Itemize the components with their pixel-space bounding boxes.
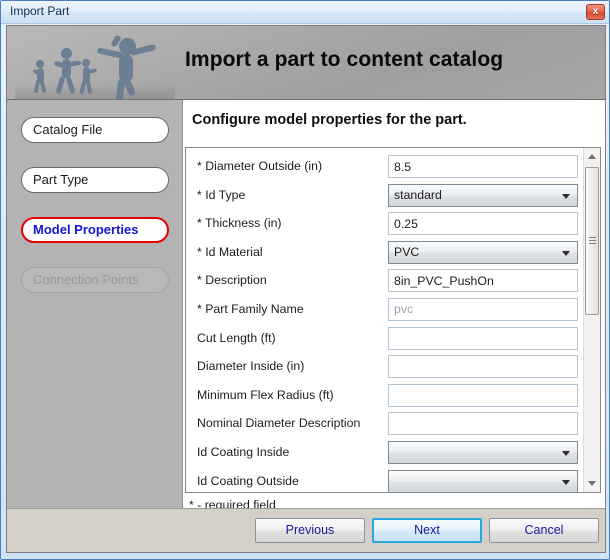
id-material-value: PVC [394, 244, 420, 259]
minimum-flex-radius-input[interactable] [388, 383, 578, 407]
part-family-name-input[interactable] [388, 297, 578, 321]
field-row: * Thickness (in) [186, 210, 583, 239]
sidebar-item-catalog-file[interactable]: Catalog File [21, 117, 169, 143]
field-row: Diameter Inside (in) [186, 353, 583, 382]
thickness-input[interactable] [388, 212, 578, 236]
chevron-down-icon [562, 450, 570, 456]
field-row: * Part Family Name [186, 296, 583, 325]
field-label: Minimum Flex Radius (ft) [197, 387, 334, 402]
sidebar-item-model-properties[interactable]: Model Properties [21, 217, 169, 243]
id-coating-outside-select[interactable] [388, 469, 578, 492]
field-label: * Id Type [197, 187, 246, 202]
import-part-window: Import Part x Import a part to content c… [0, 0, 610, 560]
id-material-select[interactable]: PVC [388, 240, 578, 264]
vertical-scrollbar[interactable] [583, 148, 600, 492]
banner-title: Import a part to content catalog [185, 48, 504, 71]
field-row: * Id Type standard [186, 182, 583, 211]
properties-form: * Diameter Outside (in) * Id Type standa… [186, 148, 583, 492]
dialog-body: Import a part to content catalog Catalog… [6, 25, 606, 553]
id-coating-inside-select[interactable] [388, 440, 578, 464]
description-input[interactable] [388, 269, 578, 293]
nominal-diameter-description-input[interactable] [388, 412, 578, 436]
scrollbar-grip-icon [589, 237, 596, 245]
field-label: * Thickness (in) [197, 216, 282, 231]
dialog-footer: Previous Next Cancel [7, 508, 605, 552]
scroll-up-icon[interactable] [584, 148, 600, 165]
id-type-value: standard [394, 187, 442, 202]
field-row: * Description [186, 267, 583, 296]
wizard-steps-sidebar: Catalog File Part Type Model Properties … [7, 100, 183, 552]
id-type-select[interactable]: standard [388, 183, 578, 207]
content-pane: Configure model properties for the part.… [183, 100, 605, 552]
field-label: Diameter Inside (in) [197, 359, 305, 374]
chevron-down-icon [562, 193, 570, 199]
cancel-button[interactable]: Cancel [489, 518, 599, 543]
people-illustration-icon [15, 26, 175, 99]
field-row: Minimum Flex Radius (ft) [186, 382, 583, 411]
scrollbar-thumb[interactable] [585, 167, 599, 315]
properties-scroll-area: * Diameter Outside (in) * Id Type standa… [185, 147, 601, 493]
title-bar: Import Part x [1, 1, 609, 24]
cut-length-input[interactable] [388, 326, 578, 350]
field-label: * Part Family Name [197, 301, 304, 316]
sidebar-item-part-type[interactable]: Part Type [21, 167, 169, 193]
diameter-inside-input[interactable] [388, 355, 578, 379]
field-row: * Diameter Outside (in) [186, 153, 583, 182]
banner: Import a part to content catalog [7, 26, 605, 100]
chevron-down-icon [562, 250, 570, 256]
sidebar-item-connection-points: Connection Points [21, 267, 169, 293]
page-title: Configure model properties for the part. [192, 112, 467, 128]
field-row: Nominal Diameter Description [186, 410, 583, 439]
close-icon[interactable]: x [586, 4, 605, 20]
field-row: Cut Length (ft) [186, 325, 583, 354]
field-row: * Id Material PVC [186, 239, 583, 268]
chevron-down-icon [562, 479, 570, 485]
previous-button[interactable]: Previous [255, 518, 365, 543]
field-row: Id Coating Inside [186, 439, 583, 468]
field-label: * Id Material [197, 244, 263, 259]
next-button[interactable]: Next [372, 518, 482, 543]
field-label: * Description [197, 273, 267, 288]
field-label: Id Coating Outside [197, 473, 299, 488]
scroll-down-icon[interactable] [584, 475, 600, 492]
diameter-outside-input[interactable] [388, 155, 578, 178]
field-label: Nominal Diameter Description [197, 416, 361, 431]
window-title: Import Part [10, 4, 70, 18]
field-label: Id Coating Inside [197, 444, 290, 459]
field-label: Cut Length (ft) [197, 330, 276, 345]
field-label: * Diameter Outside (in) [197, 159, 323, 173]
field-row: Id Coating Outside [186, 468, 583, 492]
